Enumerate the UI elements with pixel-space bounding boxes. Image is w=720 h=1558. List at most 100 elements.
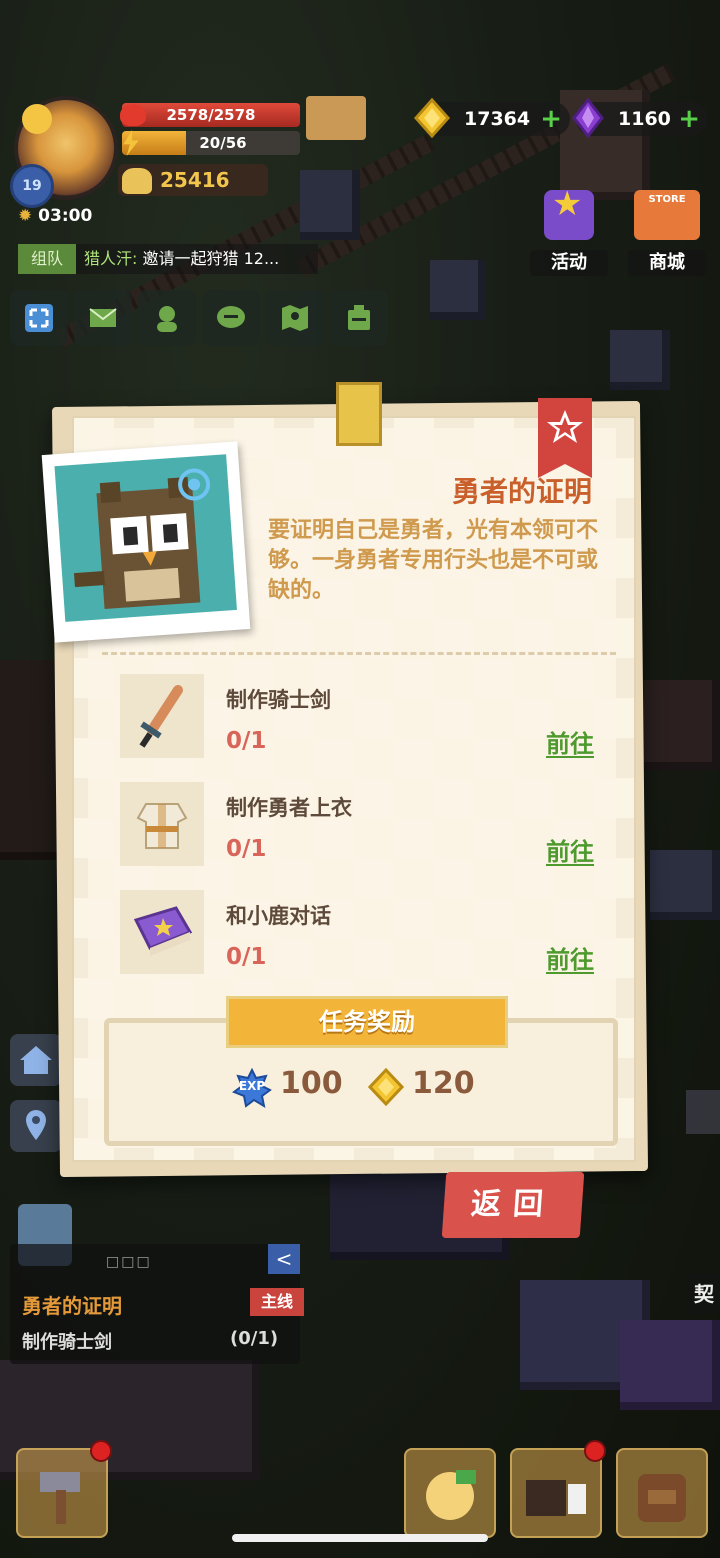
store-button[interactable]: STORE 商城 xyxy=(628,184,706,276)
tracker-count: (0/1) xyxy=(230,1328,279,1349)
cat-rabbit-icon xyxy=(526,1480,586,1516)
side-peek-label[interactable]: 契 xyxy=(688,1274,720,1314)
chat-sender: 猎人汗: xyxy=(84,249,138,268)
reward-exp-value: 100 xyxy=(280,1066,343,1101)
exp-icon: EXP xyxy=(231,1067,272,1109)
location-button[interactable] xyxy=(10,1100,62,1152)
quest-title: 勇者的证明 xyxy=(451,475,592,508)
hp-bar: 2578/2578 xyxy=(122,103,300,127)
home-indicator[interactable] xyxy=(232,1534,488,1542)
bookmark-ribbon xyxy=(538,398,592,478)
chat-bubble-icon xyxy=(217,306,245,328)
notification-dot xyxy=(584,1440,606,1462)
mail-icon xyxy=(89,308,117,327)
gold-counter: 17364 + xyxy=(413,98,570,138)
chat-channel-tag: 组队 xyxy=(18,244,76,274)
chat-bar[interactable]: 组队 猎人汗: 邀请一起狩猎 12... xyxy=(18,244,318,274)
exp-tag: EXP xyxy=(238,1079,266,1093)
map-icon xyxy=(282,305,308,331)
power-value: 25416 xyxy=(160,168,230,192)
task-go-link[interactable]: 前往 xyxy=(546,832,594,867)
chat-button[interactable] xyxy=(202,290,260,346)
player-level-badge: 19 xyxy=(10,164,54,208)
side-scroll-arrow-icon[interactable] xyxy=(686,1090,720,1134)
reward-gold-value: 120 xyxy=(412,1066,475,1101)
purple-gem-icon xyxy=(572,98,604,138)
sun-icon: ✹ xyxy=(18,206,33,226)
task-go-link[interactable]: 前往 xyxy=(546,940,594,975)
tracker-subtask: 制作骑士剑 xyxy=(22,1332,112,1353)
tracker-page-dots: □□□ xyxy=(106,1254,152,1270)
backpack-button[interactable] xyxy=(616,1448,708,1538)
tunic-icon xyxy=(136,803,188,849)
timer: ✹ 03:00 xyxy=(18,206,92,226)
add-gold-button[interactable]: + xyxy=(540,102,562,136)
companion-button[interactable] xyxy=(510,1448,602,1538)
task-row: 和小鹿对话 0/1 前往 xyxy=(120,890,600,976)
exp-value: 20/56 xyxy=(199,134,247,152)
craft-button[interactable] xyxy=(16,1448,108,1538)
task-item-slot xyxy=(120,674,204,758)
pet-button[interactable] xyxy=(404,1448,496,1538)
notice-board-icon xyxy=(348,305,370,330)
quest-tracker[interactable]: □□□ < 勇者的证明 主线 制作骑士剑 (0/1) xyxy=(10,1244,304,1364)
task-name: 制作勇者上衣 xyxy=(226,796,352,820)
store-label: 商城 xyxy=(628,250,706,276)
star-outline-icon xyxy=(547,410,583,443)
task-progress: 0/1 xyxy=(226,944,267,970)
hp-value: 2578/2578 xyxy=(166,106,256,124)
tracker-collapse-button[interactable]: < xyxy=(268,1244,300,1274)
owl-icon xyxy=(73,468,211,610)
gem-value: 1160 xyxy=(618,108,671,130)
map-button[interactable] xyxy=(266,290,324,346)
timer-value: 03:00 xyxy=(38,206,93,226)
paper-clip-icon xyxy=(336,382,382,446)
npc-portrait-photo xyxy=(41,441,251,643)
task-go-link[interactable]: 前往 xyxy=(546,724,594,759)
task-row: 制作骑士剑 0/1 前往 xyxy=(120,674,600,760)
task-item-slot xyxy=(120,782,204,866)
gold-coin-icon xyxy=(368,1068,404,1106)
gold-coin-icon xyxy=(413,98,451,138)
sword-icon xyxy=(139,685,183,748)
task-name: 和小鹿对话 xyxy=(226,904,331,928)
notification-dot xyxy=(90,1440,112,1462)
location-pin-icon xyxy=(26,1110,46,1140)
gem-counter: 1160 + xyxy=(572,98,708,138)
tracker-quest-title: 勇者的证明 xyxy=(22,1294,122,1318)
task-name: 制作骑士剑 xyxy=(226,688,331,712)
store-icon: STORE xyxy=(634,190,700,240)
expand-icon xyxy=(25,304,53,332)
chick-icon xyxy=(426,1470,476,1520)
quest-description: 要证明自己是勇者，光有本领可不够。一身勇者专用行头也是不可或缺的。 xyxy=(268,518,599,603)
tracker-main-tag: 主线 xyxy=(250,1288,304,1316)
backpack-icon xyxy=(638,1474,686,1522)
activity-button[interactable]: ★ 活动 xyxy=(530,184,608,276)
store-sign-text: STORE xyxy=(648,194,686,205)
divider xyxy=(102,652,616,655)
back-button[interactable]: 返回 xyxy=(441,1172,585,1238)
home-button[interactable] xyxy=(10,1034,62,1086)
reward-header: 任务奖励 xyxy=(226,996,508,1048)
fist-icon xyxy=(122,168,152,194)
mail-button[interactable] xyxy=(74,290,132,346)
emote-icon[interactable] xyxy=(22,104,52,134)
friends-icon xyxy=(157,306,177,332)
task-progress: 0/1 xyxy=(226,728,267,754)
spellbook-icon xyxy=(133,906,193,956)
home-icon xyxy=(20,1046,52,1074)
hammer-icon xyxy=(40,1472,80,1524)
exp-bar: 20/56 xyxy=(122,131,300,155)
task-item-slot xyxy=(120,890,204,974)
add-gem-button[interactable]: + xyxy=(678,102,700,136)
chat-message: 邀请一起狩猎 12... xyxy=(142,249,280,268)
friends-button[interactable] xyxy=(138,290,196,346)
task-progress: 0/1 xyxy=(226,836,267,862)
task-row: 制作勇者上衣 0/1 前往 xyxy=(120,782,600,868)
gold-value: 17364 xyxy=(464,108,531,130)
fullscreen-button[interactable] xyxy=(10,290,68,346)
quest-book-icon[interactable] xyxy=(306,96,366,140)
owl-portrait xyxy=(54,454,237,622)
notice-button[interactable] xyxy=(330,290,388,346)
heart-icon xyxy=(120,104,146,126)
